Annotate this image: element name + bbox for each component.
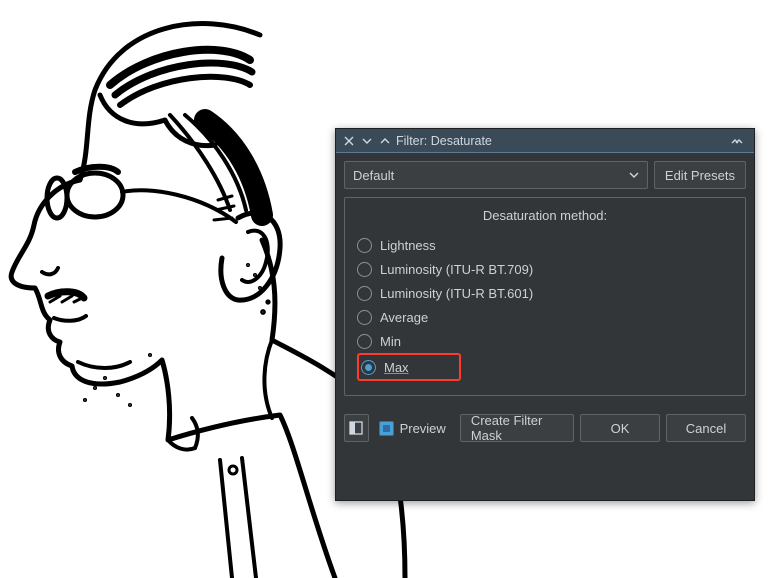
chevron-down-icon bbox=[629, 168, 639, 183]
radio-icon bbox=[361, 360, 376, 375]
preset-value: Default bbox=[353, 168, 394, 183]
radio-average[interactable]: Average bbox=[357, 305, 733, 329]
dialog-titlebar[interactable]: Filter: Desaturate bbox=[336, 129, 754, 153]
dialog-spacer bbox=[336, 450, 754, 500]
radio-luminosity-709[interactable]: Luminosity (ITU-R BT.709) bbox=[357, 257, 733, 281]
radio-label: Average bbox=[380, 310, 428, 325]
edit-presets-button[interactable]: Edit Presets bbox=[654, 161, 746, 189]
radio-lightness[interactable]: Lightness bbox=[357, 233, 733, 257]
radio-min[interactable]: Min bbox=[357, 329, 733, 353]
desaturation-group: Desaturation method: Lightness Luminosit… bbox=[344, 197, 746, 396]
radio-label: Lightness bbox=[380, 238, 436, 253]
radio-luminosity-601[interactable]: Luminosity (ITU-R BT.601) bbox=[357, 281, 733, 305]
radio-label: Min bbox=[380, 334, 401, 349]
radio-icon bbox=[357, 286, 372, 301]
radio-icon bbox=[357, 262, 372, 277]
create-filter-mask-button[interactable]: Create Filter Mask bbox=[460, 414, 574, 442]
split-preview-icon[interactable] bbox=[344, 414, 369, 442]
chevron-up-icon[interactable] bbox=[378, 134, 392, 148]
close-icon[interactable] bbox=[342, 134, 356, 148]
cancel-button[interactable]: Cancel bbox=[666, 414, 746, 442]
highlight-annotation: Max bbox=[357, 353, 461, 381]
preset-select[interactable]: Default bbox=[344, 161, 648, 189]
preview-label: Preview bbox=[400, 421, 446, 436]
radio-label: Max bbox=[384, 360, 409, 375]
ok-button[interactable]: OK bbox=[580, 414, 660, 442]
checkbox-icon bbox=[379, 421, 394, 436]
radio-icon bbox=[357, 238, 372, 253]
radio-label: Luminosity (ITU-R BT.601) bbox=[380, 286, 533, 301]
preview-checkbox[interactable]: Preview bbox=[375, 421, 454, 436]
dialog-button-bar: Preview Create Filter Mask OK Cancel bbox=[336, 406, 754, 450]
dialog-title: Filter: Desaturate bbox=[396, 134, 730, 148]
collapse-icon[interactable] bbox=[730, 134, 744, 148]
group-title: Desaturation method: bbox=[357, 208, 733, 223]
radio-label: Luminosity (ITU-R BT.709) bbox=[380, 262, 533, 277]
filter-dialog: Filter: Desaturate Default Edit Presets … bbox=[335, 128, 755, 501]
radio-icon bbox=[357, 310, 372, 325]
preset-toolbar: Default Edit Presets bbox=[336, 153, 754, 197]
radio-icon bbox=[357, 334, 372, 349]
chevron-down-icon[interactable] bbox=[360, 134, 374, 148]
radio-max[interactable]: Max bbox=[361, 357, 409, 377]
